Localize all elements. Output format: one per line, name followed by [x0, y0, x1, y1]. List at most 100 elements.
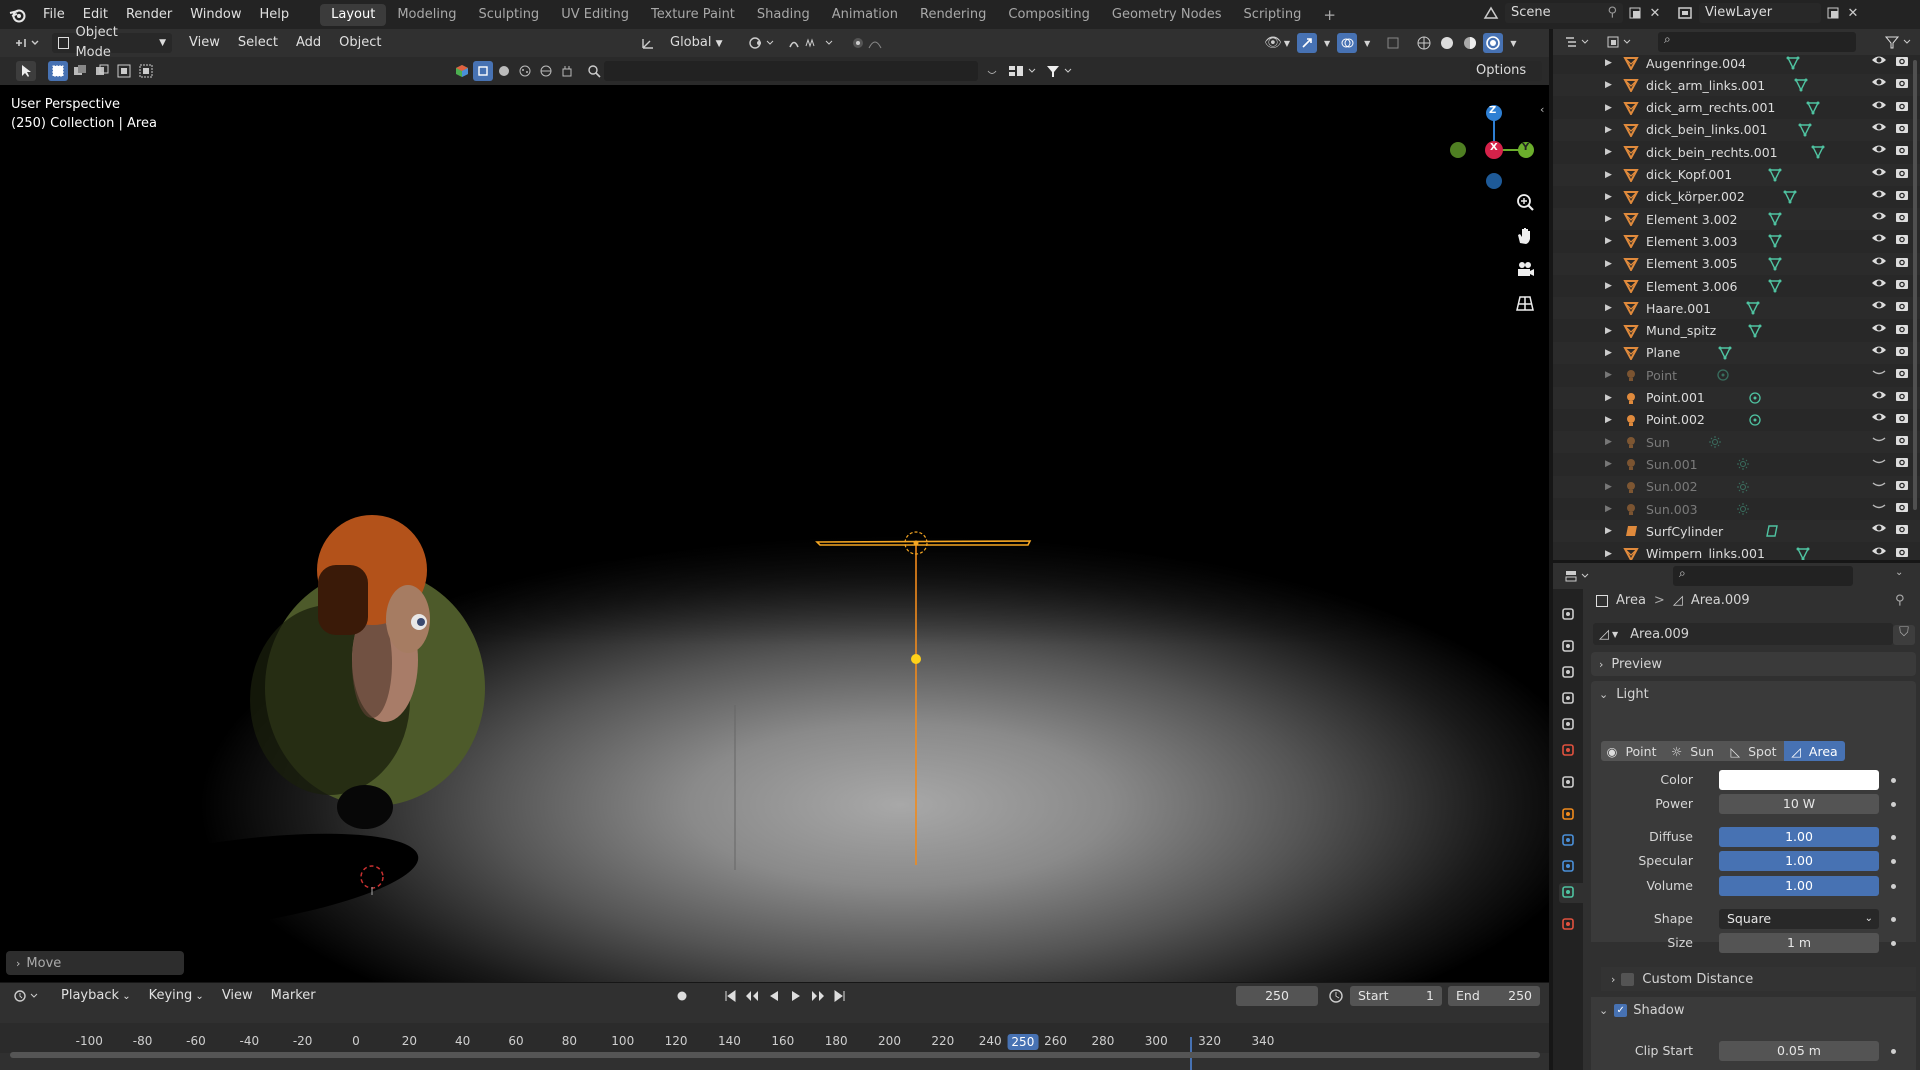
scene-icon[interactable]: [1481, 3, 1501, 23]
outliner-row[interactable]: ▶ SurfCylinder: [1553, 520, 1920, 543]
outliner-item-name[interactable]: dick_körper.002: [1646, 189, 1745, 204]
outliner-row[interactable]: ▶ Augenringe.004: [1553, 55, 1920, 74]
object-data-icon[interactable]: [1786, 56, 1800, 73]
outliner-row[interactable]: ▶ dick_bein_links.001: [1553, 118, 1920, 141]
camera-render-icon[interactable]: [1895, 546, 1909, 560]
timeline-scrollbar[interactable]: [10, 1052, 1540, 1058]
expand-arrow-icon[interactable]: ▶: [1605, 549, 1612, 559]
eye-closed-icon[interactable]: [1871, 366, 1887, 382]
transform-orientation-icon[interactable]: [638, 33, 658, 53]
light-panel-header[interactable]: ⌄ Light: [1591, 681, 1916, 707]
eye-icon[interactable]: [1871, 277, 1887, 293]
outliner-item-name[interactable]: Point.002: [1646, 412, 1705, 427]
constraint-icon[interactable]: [1559, 857, 1579, 877]
xray-toggle-icon[interactable]: [1383, 33, 1403, 53]
expand-arrow-icon[interactable]: ▶: [1605, 80, 1612, 90]
object-data-icon[interactable]: [1718, 346, 1732, 363]
select-mode-intersect-icon[interactable]: [136, 61, 156, 81]
viewport-menu-object[interactable]: Object: [330, 32, 390, 54]
header-collapse-arrow-icon[interactable]: ‹: [1540, 103, 1544, 116]
outliner-row[interactable]: ▶ Wimpern_links.001: [1553, 543, 1920, 560]
cube-color-icon[interactable]: [452, 61, 472, 81]
outliner-row[interactable]: ▶ Point: [1553, 364, 1920, 386]
select-mode-invert-icon[interactable]: [114, 61, 134, 81]
outliner-row[interactable]: ▶ Mund_spitz: [1553, 320, 1920, 342]
outliner-item-name[interactable]: Point.001: [1646, 390, 1705, 405]
outliner-row[interactable]: ▶ Element 3.006: [1553, 275, 1920, 297]
shadow-checkbox[interactable]: ✓: [1614, 1003, 1628, 1017]
keyframe-dot[interactable]: [1891, 917, 1896, 922]
object-data-icon[interactable]: [1764, 524, 1778, 541]
camera-render-icon[interactable]: [1895, 456, 1909, 471]
expand-arrow-icon[interactable]: ▶: [1605, 415, 1612, 425]
play-icon[interactable]: [786, 986, 806, 1006]
viewport-menu-view[interactable]: View: [180, 32, 229, 54]
camera-render-icon[interactable]: [1895, 345, 1909, 360]
camera-render-icon[interactable]: [1895, 278, 1909, 293]
outliner-item-name[interactable]: Sun.002: [1646, 479, 1698, 494]
eye-icon[interactable]: [1871, 232, 1887, 248]
eye-icon[interactable]: [1871, 166, 1887, 182]
select-tool-icon[interactable]: [16, 61, 36, 81]
start-frame-field[interactable]: Start 1: [1350, 986, 1442, 1006]
outliner-item-name[interactable]: Element 3.006: [1646, 279, 1738, 294]
outliner-item-name[interactable]: Haare.001: [1646, 301, 1711, 316]
menu-file[interactable]: File: [34, 4, 74, 26]
eye-icon[interactable]: [1871, 99, 1887, 115]
light-type-area[interactable]: ◿ Area: [1784, 741, 1845, 761]
outliner-row[interactable]: ▶ dick_arm_links.001: [1553, 74, 1920, 97]
eye-closed-icon[interactable]: [1871, 478, 1887, 494]
editor-type-icon[interactable]: [12, 33, 42, 53]
eye-icon[interactable]: [1871, 389, 1887, 405]
keyframe-dot[interactable]: [1891, 778, 1896, 783]
camera-render-icon[interactable]: [1895, 501, 1909, 516]
outliner-filter-icon[interactable]: [1883, 32, 1913, 52]
clip-start-field[interactable]: 0.05 m: [1719, 1041, 1879, 1061]
outliner-row[interactable]: ▶ dick_Kopf.001: [1553, 163, 1920, 186]
workspace-tab-texture-paint[interactable]: Texture Paint: [640, 4, 746, 26]
pivot-point-icon[interactable]: [746, 33, 778, 53]
add-workspace-button[interactable]: +: [1312, 4, 1347, 26]
preview-range-icon[interactable]: [1326, 986, 1346, 1006]
outliner-row[interactable]: ▶ dick_körper.002: [1553, 186, 1920, 208]
workspace-tab-layout[interactable]: Layout: [320, 3, 387, 26]
keyframe-dot[interactable]: [1891, 941, 1896, 946]
outliner-item-name[interactable]: Sun: [1646, 435, 1670, 450]
color-swatch[interactable]: [1719, 770, 1879, 790]
specular-field[interactable]: 1.00: [1719, 851, 1879, 871]
expand-arrow-icon[interactable]: ▶: [1605, 326, 1612, 336]
object-data-icon[interactable]: [1746, 301, 1760, 318]
keyframe-dot[interactable]: [1891, 1049, 1896, 1054]
mode-selector[interactable]: Object Mode ▼: [52, 25, 172, 60]
light-datablock-selector[interactable]: ◿ ▼ Area.009: [1593, 623, 1893, 645]
world-icon[interactable]: [1559, 741, 1579, 761]
eye-icon[interactable]: [1871, 210, 1887, 226]
prev-keyframe-icon[interactable]: [742, 986, 762, 1006]
expand-arrow-icon[interactable]: ▶: [1605, 281, 1612, 291]
object-data-icon[interactable]: [1748, 391, 1762, 408]
outliner-row[interactable]: ▶ Element 3.005: [1553, 252, 1920, 275]
scene-selector[interactable]: Scene ⚲: [1505, 3, 1623, 23]
world-filter-icon[interactable]: [536, 61, 556, 81]
collection-icon[interactable]: [1559, 773, 1579, 793]
outliner-item-name[interactable]: Plane: [1646, 345, 1680, 360]
eye-icon[interactable]: [1871, 322, 1887, 338]
outliner-tree[interactable]: ▶ Augenringe.004 ▶ dick_arm_links.001 ▶ …: [1553, 55, 1920, 560]
outliner-scrollbar[interactable]: [1913, 60, 1917, 510]
eye-icon[interactable]: [1871, 143, 1887, 159]
camera-render-icon[interactable]: [1895, 144, 1909, 159]
eye-icon[interactable]: [1871, 411, 1887, 427]
camera-render-icon[interactable]: [1895, 300, 1909, 315]
timeline-menu-keying[interactable]: Keying ⌄: [140, 985, 213, 1007]
pin-icon[interactable]: ⚲: [1895, 593, 1905, 608]
output-icon[interactable]: [1559, 663, 1579, 683]
expand-arrow-icon[interactable]: ▶: [1605, 58, 1612, 68]
delete-view-layer-icon[interactable]: ✕: [1843, 3, 1863, 23]
outliner-item-name[interactable]: dick_Kopf.001: [1646, 167, 1732, 182]
display-mode-icon[interactable]: [1605, 32, 1635, 52]
asset-search-icon[interactable]: [584, 61, 604, 81]
eye-closed-icon[interactable]: [1871, 455, 1887, 471]
brush-filter-icon[interactable]: [557, 61, 577, 81]
display-mode-icon[interactable]: [1006, 61, 1040, 81]
camera-render-icon[interactable]: [1895, 55, 1909, 70]
